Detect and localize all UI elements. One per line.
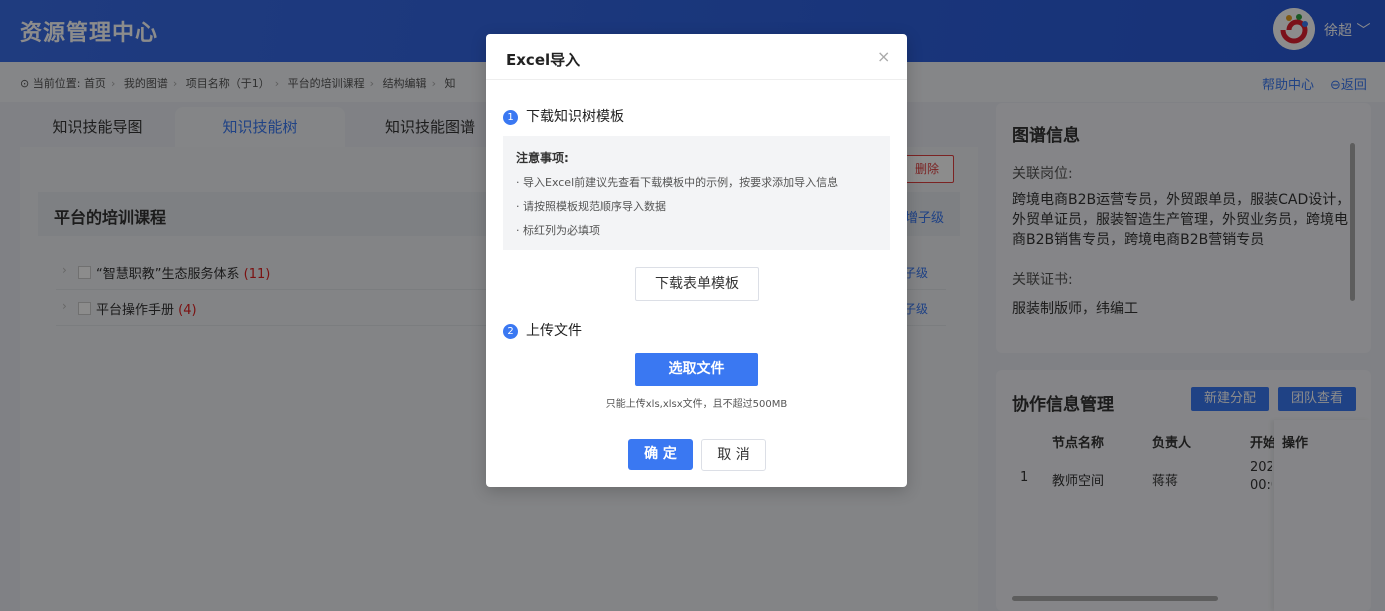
- notice-title: 注意事项:: [516, 151, 569, 165]
- step-number: 1: [503, 110, 518, 125]
- dialog-title: Excel导入: [506, 51, 581, 69]
- excel-import-dialog: Excel导入 × 1 下载知识树模板 注意事项: · 导入Excel前建议先查看…: [486, 34, 907, 487]
- step-1: 1 下载知识树模板: [503, 106, 624, 126]
- upload-hint: 只能上传xls,xlsx文件，且不超过500MB: [605, 399, 788, 410]
- divider: [486, 79, 907, 80]
- step-2-label: 上传文件: [526, 323, 582, 339]
- notice-item: · 导入Excel前建议先查看下载模板中的示例，按要求添加导入信息: [516, 176, 839, 189]
- step-number: 2: [503, 324, 518, 339]
- cancel-button[interactable]: 取 消: [701, 439, 766, 471]
- step-1-label: 下载知识树模板: [526, 109, 624, 125]
- step-2: 2 上传文件: [503, 320, 582, 340]
- confirm-button[interactable]: 确 定: [628, 439, 693, 470]
- download-template-button[interactable]: 下载表单模板: [635, 267, 759, 301]
- notice-item: · 请按照模板规范顺序导入数据: [516, 200, 666, 213]
- close-icon[interactable]: ×: [877, 47, 890, 66]
- notice-box: 注意事项: · 导入Excel前建议先查看下载模板中的示例，按要求添加导入信息 …: [503, 136, 890, 250]
- notice-item: · 标红列为必填项: [516, 224, 600, 237]
- select-file-button[interactable]: 选取文件: [635, 353, 758, 386]
